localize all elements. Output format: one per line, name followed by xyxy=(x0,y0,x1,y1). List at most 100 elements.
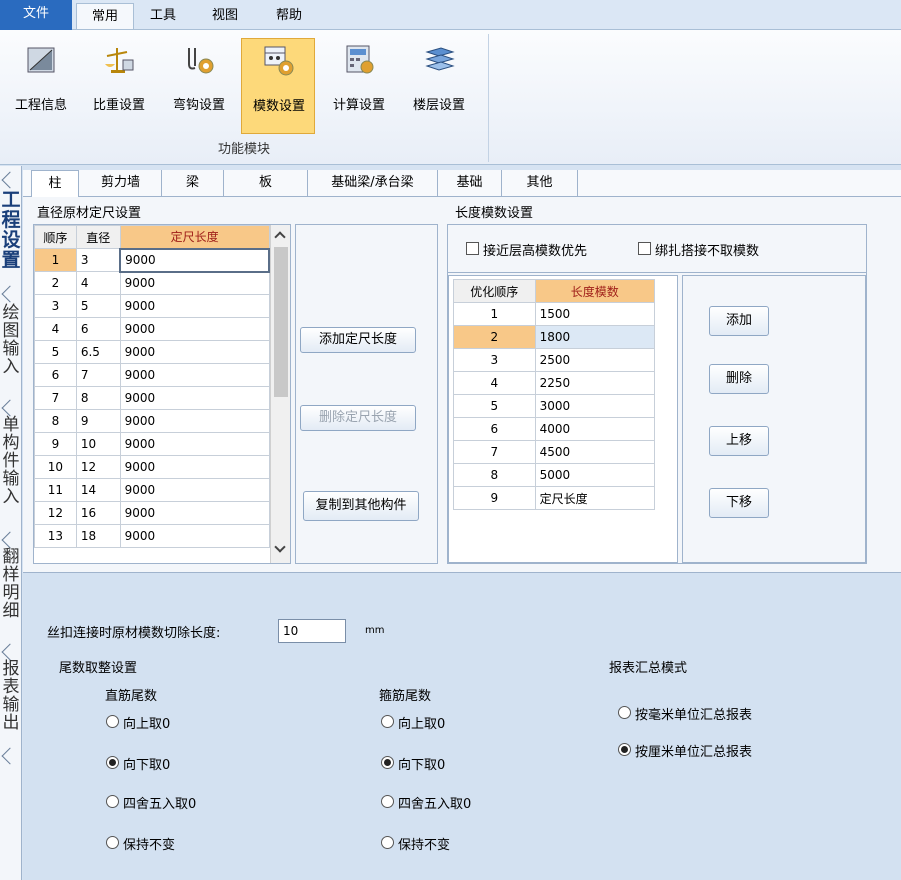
vertical-scrollbar[interactable] xyxy=(270,225,290,563)
col-header-diameter[interactable]: 直径 xyxy=(75,225,121,249)
cell-modulus[interactable]: 4000 xyxy=(534,417,656,441)
stirrup-option-round-half-radio[interactable] xyxy=(381,795,394,808)
table-row[interactable]: 7 8 9000 xyxy=(34,386,270,410)
cell-length[interactable]: 9000 xyxy=(119,501,270,525)
table-row[interactable]: 2 1800 xyxy=(453,325,656,349)
table-row[interactable]: 3 2500 xyxy=(453,348,656,372)
delete-button[interactable]: 删除 xyxy=(709,364,769,394)
tab-shear-wall[interactable]: 剪力墙 xyxy=(80,170,162,196)
project-info-button[interactable]: 工程信息 xyxy=(4,38,78,134)
delete-fixed-length-button[interactable]: 删除定尺长度 xyxy=(300,405,416,431)
stirrup-option-round-down-radio[interactable] xyxy=(381,756,394,769)
table-row[interactable]: 5 6.5 9000 xyxy=(34,340,270,364)
add-fixed-length-button[interactable]: 添加定尺长度 xyxy=(300,327,416,353)
table-row[interactable]: 1 3 9000 xyxy=(34,247,270,273)
vtab-single-member-input[interactable]: 单构件输入 xyxy=(0,416,22,506)
report-mm-radio[interactable] xyxy=(618,706,631,719)
table-row[interactable]: 4 6 9000 xyxy=(34,317,270,341)
cell-length[interactable]: 9000 xyxy=(119,455,270,479)
cell-modulus[interactable]: 2250 xyxy=(534,371,656,395)
cell-modulus[interactable]: 3000 xyxy=(534,394,656,418)
col-header-order[interactable]: 顺序 xyxy=(34,225,77,249)
add-button[interactable]: 添加 xyxy=(709,306,769,336)
vtab-report-output[interactable]: 报表输出 xyxy=(0,660,22,732)
tab-other[interactable]: 其他 xyxy=(502,170,578,196)
cell-modulus[interactable]: 5000 xyxy=(534,463,656,487)
table-row[interactable]: 10 12 9000 xyxy=(34,455,270,479)
tab-slab[interactable]: 板 xyxy=(224,170,308,196)
table-row[interactable]: 9 10 9000 xyxy=(34,432,270,456)
cell-length[interactable]: 9000 xyxy=(119,340,270,364)
cell-length[interactable]: 9000 xyxy=(119,363,270,387)
straight-option-keep-radio[interactable] xyxy=(106,836,119,849)
cell-length[interactable]: 9000 xyxy=(119,478,270,502)
menu-view[interactable]: 视图 xyxy=(202,3,248,29)
move-down-button[interactable]: 下移 xyxy=(709,488,769,518)
menu-help[interactable]: 帮助 xyxy=(266,3,312,29)
col-header-length-modulus[interactable]: 长度模数 xyxy=(534,279,656,303)
table-row[interactable]: 7 4500 xyxy=(453,440,656,464)
scrollbar-thumb[interactable] xyxy=(274,247,288,397)
vtab-detail[interactable]: 翻样明细 xyxy=(0,548,22,620)
straight-option-round-up-radio[interactable] xyxy=(106,715,119,728)
near-floor-height-checkbox[interactable] xyxy=(466,242,479,255)
cell-length[interactable]: 9000 xyxy=(119,409,270,433)
table-row[interactable]: 3 5 9000 xyxy=(34,294,270,318)
stirrup-option-round-up-radio[interactable] xyxy=(381,715,394,728)
menu-tools[interactable]: 工具 xyxy=(140,3,186,29)
table-row[interactable]: 2 4 9000 xyxy=(34,271,270,295)
tab-foundation[interactable]: 基础 xyxy=(438,170,502,196)
vtab-drawing-input[interactable]: 绘图输入 xyxy=(0,304,22,376)
table-row[interactable]: 6 7 9000 xyxy=(34,363,270,387)
tab-beam[interactable]: 梁 xyxy=(162,170,224,196)
table-row[interactable]: 9 定尺长度 xyxy=(453,486,656,510)
move-up-button[interactable]: 上移 xyxy=(709,426,769,456)
cell-modulus[interactable]: 4500 xyxy=(534,440,656,464)
report-cm-radio[interactable] xyxy=(618,743,631,756)
tab-foundation-beam[interactable]: 基础梁/承台梁 xyxy=(308,170,438,196)
cell-length[interactable]: 9000 xyxy=(119,432,270,456)
table-row[interactable]: 13 18 9000 xyxy=(34,524,270,548)
density-settings-button[interactable]: 比重设置 xyxy=(82,38,156,134)
table-row[interactable]: 6 4000 xyxy=(453,417,656,441)
scroll-up-arrow-icon[interactable] xyxy=(274,231,286,243)
tab-column[interactable]: 柱 xyxy=(31,170,79,197)
cell-order: 8 xyxy=(453,463,536,487)
cell-modulus[interactable]: 1800 xyxy=(534,325,656,349)
menu-file[interactable]: 文件 xyxy=(0,0,72,30)
cell-modulus[interactable]: 1500 xyxy=(534,302,656,326)
vtab-project-settings[interactable]: 工程设置 xyxy=(0,190,22,270)
col-header-fixed-length[interactable]: 定尺长度 xyxy=(119,225,270,249)
menu-common[interactable]: 常用 xyxy=(76,3,134,29)
report-mm-label: 按毫米单位汇总报表 xyxy=(635,708,753,723)
table-row[interactable]: 8 9 9000 xyxy=(34,409,270,433)
cell-length[interactable]: 9000 xyxy=(119,294,270,318)
stirrup-option-keep-radio[interactable] xyxy=(381,836,394,849)
lap-no-modulus-checkbox[interactable] xyxy=(638,242,651,255)
calc-settings-button[interactable]: 计算设置 xyxy=(322,38,396,134)
table-row[interactable]: 4 2250 xyxy=(453,371,656,395)
cell-length[interactable]: 9000 xyxy=(119,524,270,548)
length-group-title: 长度模数设置 xyxy=(455,206,534,221)
table-row[interactable]: 12 16 9000 xyxy=(34,501,270,525)
table-row[interactable]: 8 5000 xyxy=(453,463,656,487)
cell-length[interactable]: 9000 xyxy=(119,271,270,295)
cut-length-input[interactable] xyxy=(278,619,346,643)
straight-option-round-half-radio[interactable] xyxy=(106,795,119,808)
cell-modulus[interactable]: 定尺长度 xyxy=(534,486,656,510)
copy-to-other-button[interactable]: 复制到其他构件 xyxy=(303,491,419,521)
floor-settings-button[interactable]: 楼层设置 xyxy=(402,38,476,134)
table-row[interactable]: 5 3000 xyxy=(453,394,656,418)
table-row[interactable]: 1 1500 xyxy=(453,302,656,326)
table-row[interactable]: 11 14 9000 xyxy=(34,478,270,502)
cell-length[interactable]: 9000 xyxy=(119,386,270,410)
col-header-optimize-order[interactable]: 优化顺序 xyxy=(453,279,536,303)
scroll-down-arrow-icon[interactable] xyxy=(274,541,286,553)
cell-modulus[interactable]: 2500 xyxy=(534,348,656,372)
cell-length[interactable]: 9000 xyxy=(119,247,270,273)
length-table: 优化顺序 长度模数 1 1500 2 1800 3 2500 4 2250 5 3000 … xyxy=(453,279,656,510)
cell-length[interactable]: 9000 xyxy=(119,317,270,341)
modulus-settings-button[interactable]: 模数设置 xyxy=(241,38,315,134)
straight-option-round-down-radio[interactable] xyxy=(106,756,119,769)
hook-settings-button[interactable]: 弯钩设置 xyxy=(162,38,236,134)
